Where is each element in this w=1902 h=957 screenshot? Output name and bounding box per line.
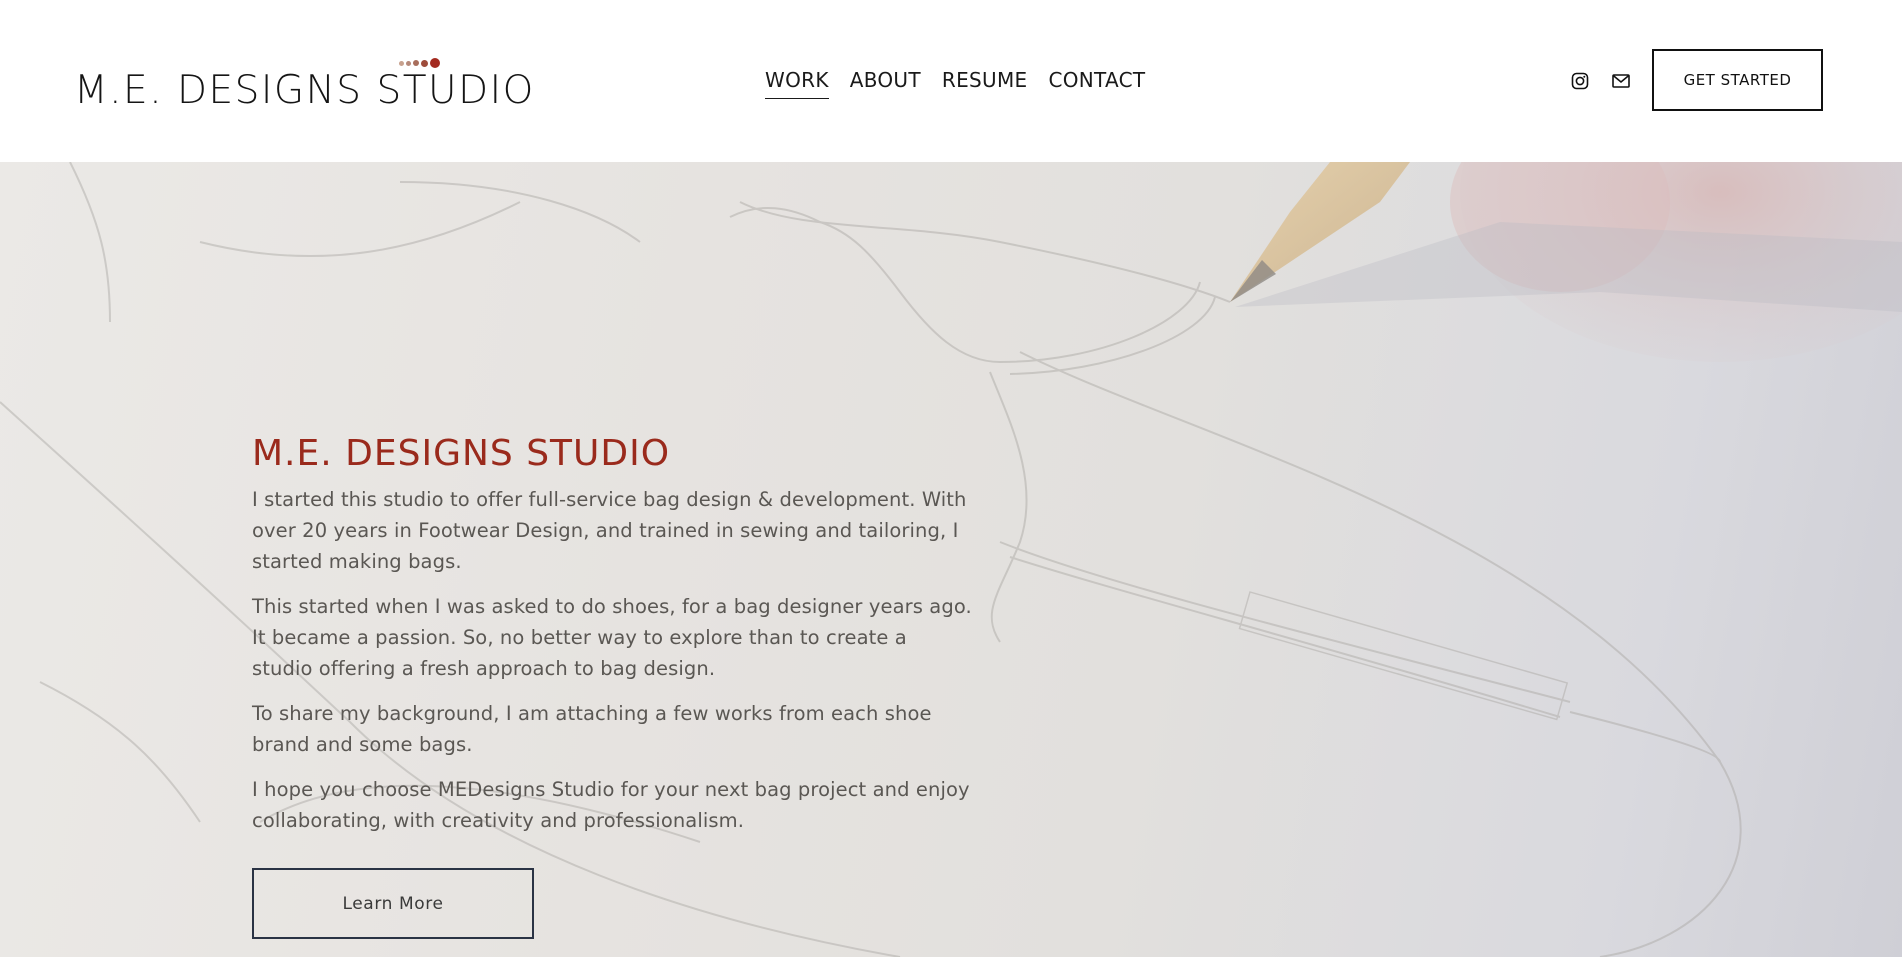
main-nav: WORK ABOUT RESUME CONTACT bbox=[765, 66, 1145, 99]
hero-paragraph: I hope you choose MEDesigns Studio for y… bbox=[252, 778, 970, 832]
hero-text-block: I started this studio to offer full-serv… bbox=[252, 484, 972, 850]
hero-paragraph: To share my background, I am attaching a… bbox=[252, 702, 932, 756]
logo-dot bbox=[413, 60, 419, 66]
learn-more-button[interactable]: Learn More bbox=[252, 868, 534, 939]
logo-dot bbox=[421, 59, 428, 67]
hero-paragraph: This started when I was asked to do shoe… bbox=[252, 595, 972, 680]
hero-title: M.E. DESIGNS STUDIO bbox=[252, 433, 671, 474]
logo-dot bbox=[406, 60, 411, 66]
hero-paragraph: I started this studio to offer full-serv… bbox=[252, 488, 967, 573]
instagram-icon[interactable] bbox=[1569, 70, 1591, 92]
nav-resume[interactable]: RESUME bbox=[942, 66, 1028, 99]
nav-work[interactable]: WORK bbox=[765, 66, 829, 99]
nav-contact[interactable]: CONTACT bbox=[1048, 66, 1145, 99]
logo-text: M.E. DESIGNS STUDIO bbox=[74, 68, 535, 113]
site-logo[interactable]: M.E. DESIGNS STUDIO bbox=[74, 58, 535, 113]
get-started-button[interactable]: GET STARTED bbox=[1652, 49, 1823, 111]
hero-section: M.E. DESIGNS STUDIO I started this studi… bbox=[0, 162, 1902, 957]
logo-dot bbox=[399, 60, 404, 66]
nav-about[interactable]: ABOUT bbox=[850, 66, 921, 99]
logo-dots bbox=[399, 58, 440, 68]
site-header: M.E. DESIGNS STUDIO WORK ABOUT RESUME CO… bbox=[0, 0, 1902, 162]
mail-icon[interactable] bbox=[1610, 70, 1632, 92]
logo-dot bbox=[430, 58, 440, 68]
